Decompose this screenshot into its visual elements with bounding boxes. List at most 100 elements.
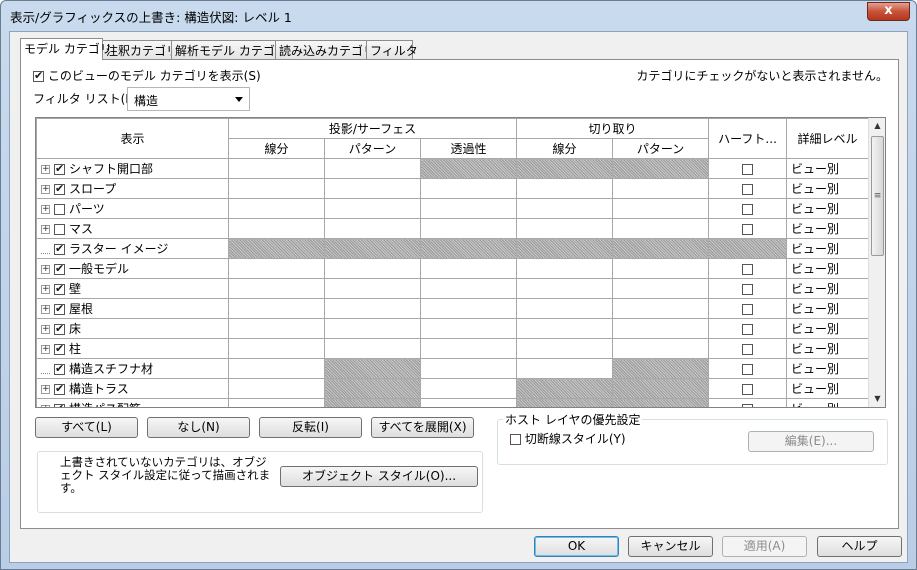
halftone-checkbox[interactable] [742, 183, 754, 195]
table-row[interactable]: 構造スチフナ材 ビュー別 [36, 358, 870, 379]
halftone-checkbox[interactable] [742, 403, 754, 407]
projection-transparency-cell[interactable] [419, 178, 518, 199]
table-row[interactable]: ラスター イメージ ビュー別 [36, 238, 870, 259]
halftone-cell[interactable] [708, 238, 788, 259]
halftone-cell[interactable] [708, 398, 788, 407]
cut-line-cell[interactable] [516, 278, 614, 299]
detail-level-cell[interactable]: ビュー別 [786, 218, 870, 239]
filter-list-dropdown[interactable]: 構造 [127, 87, 250, 111]
expand-icon[interactable]: + [41, 265, 50, 274]
cut-line-styles-checkbox[interactable] [510, 434, 521, 445]
cut-pattern-cell[interactable] [612, 218, 710, 239]
projection-transparency-cell[interactable] [419, 258, 518, 279]
cut-line-styles-option[interactable]: 切断線スタイル(Y) [510, 430, 626, 447]
expand-icon[interactable]: + [41, 405, 50, 407]
projection-pattern-cell[interactable] [324, 358, 421, 379]
show-model-categories-checkbox[interactable] [33, 69, 44, 82]
expand-icon[interactable]: + [41, 325, 50, 334]
help-button[interactable]: ヘルプ [817, 536, 902, 557]
tab-filters[interactable]: フィルタ [366, 40, 418, 59]
halftone-checkbox[interactable] [742, 163, 754, 175]
projection-pattern-cell[interactable] [324, 218, 421, 239]
cut-line-cell[interactable] [516, 178, 614, 199]
halftone-checkbox[interactable] [742, 303, 754, 315]
category-name-cell[interactable]: + 一般モデル [36, 258, 229, 279]
cut-pattern-cell[interactable] [612, 378, 710, 399]
cut-pattern-cell[interactable] [612, 338, 710, 359]
expand-icon[interactable]: + [41, 185, 50, 194]
detail-level-cell[interactable]: ビュー別 [786, 158, 870, 179]
table-row[interactable]: + 一般モデル ビュー別 [36, 258, 870, 279]
halftone-checkbox[interactable] [742, 203, 754, 215]
projection-pattern-cell[interactable] [324, 158, 421, 179]
projection-line-cell[interactable] [228, 158, 325, 179]
table-vertical-scrollbar[interactable]: ▲ ≡ ▼ [868, 118, 885, 407]
category-visibility-checkbox[interactable] [54, 162, 65, 175]
detail-level-cell[interactable]: ビュー別 [786, 238, 870, 259]
category-name-cell[interactable]: + スロープ [36, 178, 229, 199]
halftone-cell[interactable] [708, 378, 788, 399]
object-styles-button[interactable]: オブジェクト スタイル(O)... [280, 466, 478, 487]
cut-line-cell[interactable] [516, 218, 614, 239]
category-name-cell[interactable]: +壁 [36, 278, 229, 299]
close-button[interactable]: x [867, 2, 910, 21]
cut-pattern-cell[interactable] [612, 398, 710, 407]
detail-level-cell[interactable]: ビュー別 [786, 338, 870, 359]
header-projection-transparency[interactable]: 透過性 [419, 138, 518, 159]
category-name-cell[interactable]: + マス [36, 218, 229, 239]
projection-pattern-cell[interactable] [324, 378, 421, 399]
invert-selection-button[interactable]: 反転(I) [259, 417, 362, 438]
cut-line-cell[interactable] [516, 338, 614, 359]
category-name-cell[interactable]: + 構造パス配筋 [36, 398, 229, 407]
category-visibility-checkbox[interactable] [54, 322, 65, 335]
projection-pattern-cell[interactable] [324, 398, 421, 407]
projection-pattern-cell[interactable] [324, 198, 421, 219]
cut-line-cell[interactable] [516, 358, 614, 379]
projection-pattern-cell[interactable] [324, 338, 421, 359]
tab-analytical-model-categories[interactable]: 解析モデル カテゴリ [171, 40, 287, 59]
projection-transparency-cell[interactable] [419, 198, 518, 219]
halftone-cell[interactable] [708, 298, 788, 319]
cancel-button[interactable]: キャンセル [628, 536, 713, 557]
detail-level-cell[interactable]: ビュー別 [786, 398, 870, 407]
header-halftone[interactable]: ハーフト... [708, 118, 788, 159]
halftone-checkbox[interactable] [742, 263, 754, 275]
projection-line-cell[interactable] [228, 318, 325, 339]
projection-line-cell[interactable] [228, 238, 325, 259]
tab-imported-categories[interactable]: 読み込みカテゴリ [275, 40, 375, 59]
category-visibility-checkbox[interactable] [54, 342, 65, 355]
projection-transparency-cell[interactable] [419, 318, 518, 339]
detail-level-cell[interactable]: ビュー別 [786, 378, 870, 399]
title-bar[interactable]: 表示/グラフィックスの上書き: 構造伏図: レベル 1 x [1, 1, 916, 29]
halftone-checkbox[interactable] [742, 363, 754, 375]
projection-transparency-cell[interactable] [419, 298, 518, 319]
halftone-checkbox[interactable] [742, 383, 754, 395]
header-display[interactable]: 表示 [36, 118, 229, 159]
cut-pattern-cell[interactable] [612, 318, 710, 339]
table-row[interactable]: + マス ビュー別 [36, 218, 870, 239]
detail-level-cell[interactable]: ビュー別 [786, 178, 870, 199]
detail-level-cell[interactable]: ビュー別 [786, 318, 870, 339]
category-name-cell[interactable]: + シャフト開口部 [36, 158, 229, 179]
category-visibility-checkbox[interactable] [54, 224, 65, 235]
cut-pattern-cell[interactable] [612, 238, 710, 259]
expand-all-button[interactable]: すべてを展開(X) [371, 417, 474, 438]
header-projection-line[interactable]: 線分 [228, 138, 325, 159]
category-name-cell[interactable]: + 屋根 [36, 298, 229, 319]
category-name-cell[interactable]: + パーツ [36, 198, 229, 219]
halftone-cell[interactable] [708, 218, 788, 239]
category-visibility-checkbox[interactable] [54, 302, 65, 315]
category-visibility-checkbox[interactable] [54, 282, 65, 295]
expand-icon[interactable]: + [41, 225, 50, 234]
category-name-cell[interactable]: +柱 [36, 338, 229, 359]
cut-line-cell[interactable] [516, 378, 614, 399]
projection-line-cell[interactable] [228, 198, 325, 219]
cut-pattern-cell[interactable] [612, 158, 710, 179]
table-row[interactable]: + 屋根 ビュー別 [36, 298, 870, 319]
expand-icon[interactable]: + [41, 165, 50, 174]
halftone-cell[interactable] [708, 318, 788, 339]
cut-line-cell[interactable] [516, 318, 614, 339]
edit-button[interactable]: 編集(E)... [748, 431, 874, 452]
halftone-checkbox[interactable] [742, 343, 754, 355]
tab-model-categories[interactable]: モデル カテゴリ [20, 38, 112, 60]
